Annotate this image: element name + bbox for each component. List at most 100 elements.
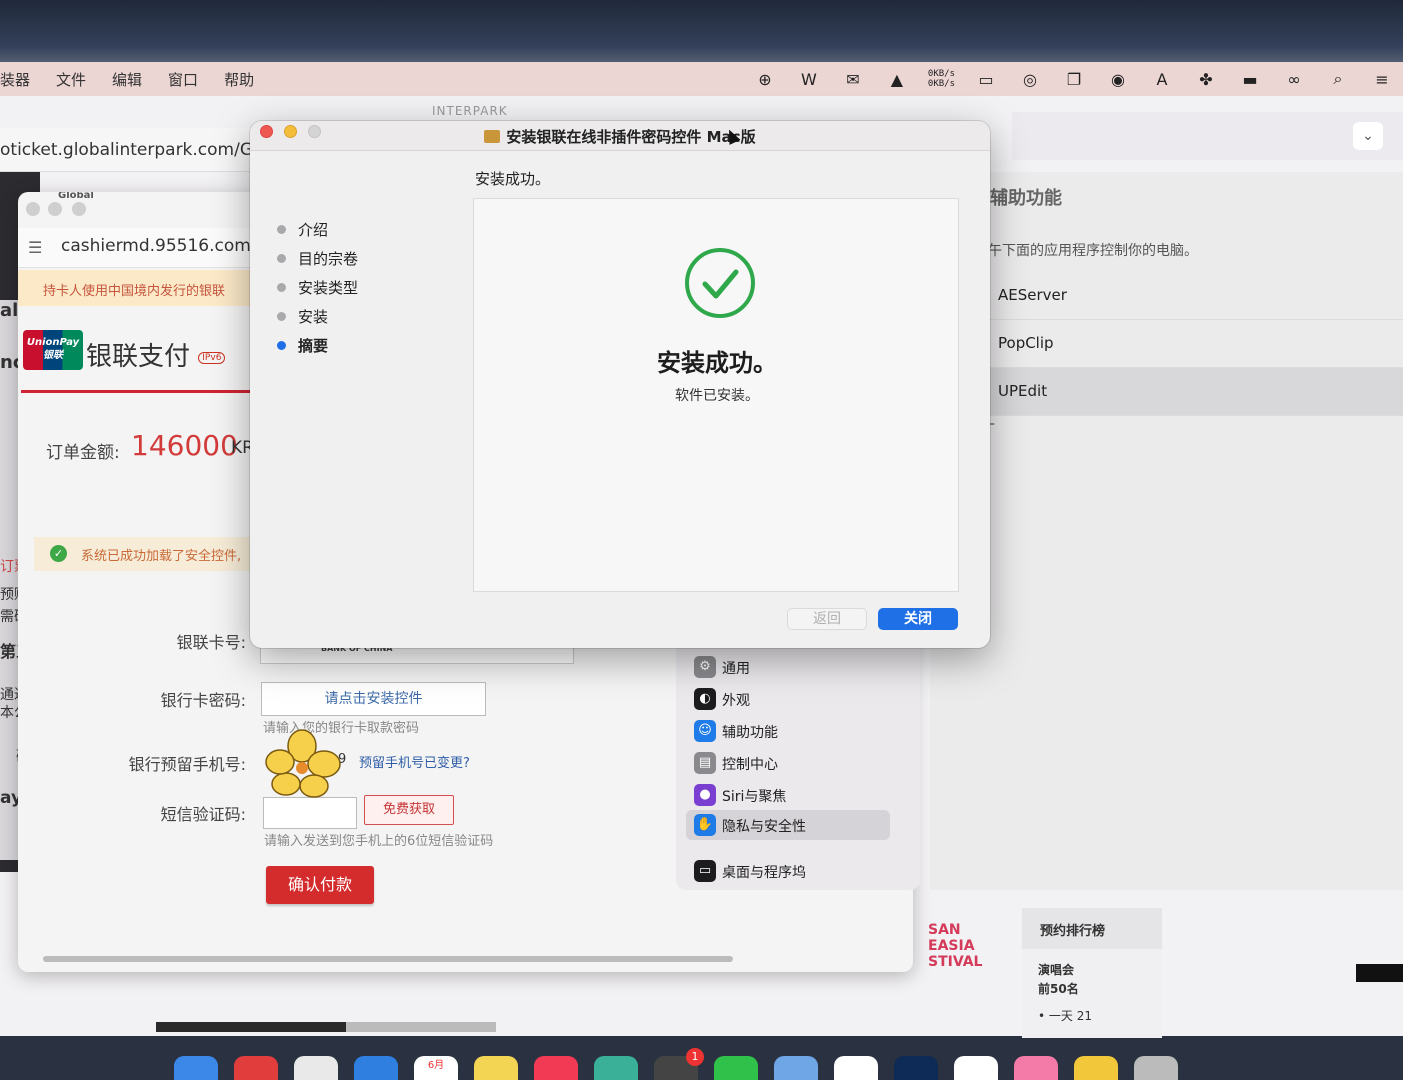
menu-file[interactable]: 文件 xyxy=(56,69,86,90)
horizontal-scrollbar[interactable] xyxy=(43,956,733,962)
dock-wechat-icon[interactable] xyxy=(714,1056,758,1080)
window-close-button[interactable] xyxy=(26,202,40,216)
appearance-icon: ◐ xyxy=(694,688,716,710)
page-scrollbar-thumb[interactable] xyxy=(156,1022,346,1032)
dock-chrome-icon[interactable] xyxy=(834,1056,878,1080)
dock-music-icon[interactable] xyxy=(534,1056,578,1080)
app-row-aeserver[interactable]: AEServer xyxy=(988,272,1403,320)
get-sms-code-button[interactable]: 免费获取 xyxy=(364,795,454,825)
settings-window: 辅助功能 午下面的应用程序控制你的电脑。 AEServer PopClip UP… xyxy=(930,172,1403,890)
step-summary: 摘要 xyxy=(274,335,358,364)
dock: 6月 1 xyxy=(160,1046,1400,1080)
sms-code-input[interactable] xyxy=(263,797,357,829)
card-pin-label: 银行卡密码: xyxy=(160,691,246,710)
wechat-icon[interactable]: ✉ xyxy=(840,70,866,89)
dialog-title: 安装银联在线非插件密码控件 Mac版 xyxy=(250,126,990,147)
search-icon[interactable]: ⌕ xyxy=(1325,69,1351,89)
menu-edit[interactable]: 编辑 xyxy=(112,69,142,90)
airdrop-icon[interactable]: ◉ xyxy=(1105,70,1131,89)
settings-sidebar: ⚙ 通用 ◐ 外观 ☺ 辅助功能 ▤ 控制中心 ● Siri与聚焦 ✋ 隐私与安… xyxy=(676,646,920,890)
menu-window[interactable]: 窗口 xyxy=(168,69,198,90)
window-minimize-button[interactable] xyxy=(48,202,62,216)
page-scrollbar-track[interactable] xyxy=(346,1022,496,1032)
amount-label: 订单金额: xyxy=(46,443,120,463)
ranking-body[interactable]: 演唱会 前50名 • 一天 21 xyxy=(1022,949,1162,1026)
battery-icon[interactable]: ▬ xyxy=(1237,70,1263,89)
cashier-brand: 银联支付 IPv6 xyxy=(86,336,226,373)
step-intro: 介绍 xyxy=(274,219,358,248)
chevron-down-icon[interactable]: ⌄ xyxy=(1353,122,1383,150)
ranking-panel: 预约排行榜 演唱会 前50名 • 一天 21 xyxy=(1022,908,1162,1038)
app-row-upedit[interactable]: UPEdit xyxy=(988,368,1403,416)
browser-url[interactable]: oticket.globalinterpark.com/Glo xyxy=(0,128,268,172)
control-center-icon: ▤ xyxy=(694,752,716,774)
close-button[interactable]: 关闭 xyxy=(878,608,958,630)
dock-wps-icon[interactable] xyxy=(954,1056,998,1080)
sidebar-item-privacy[interactable]: ✋ 隐私与安全性 xyxy=(686,810,890,840)
confirm-payment-button[interactable]: 确认付款 xyxy=(266,866,374,904)
paw-icon[interactable]: ✤ xyxy=(1193,70,1219,89)
wps-icon[interactable]: W xyxy=(796,70,822,89)
sync-icon[interactable]: ◎ xyxy=(1017,70,1043,89)
sidebar-item-appearance[interactable]: ◐ 外观 xyxy=(686,684,890,714)
windows-icon[interactable]: ❐ xyxy=(1061,70,1087,89)
menu-app[interactable]: 装器 xyxy=(0,69,30,90)
dock-safari-icon[interactable] xyxy=(354,1056,398,1080)
window-zoom-button[interactable] xyxy=(72,202,86,216)
network-speed: 0KB/s 0KB/s xyxy=(927,69,955,89)
input-source-icon[interactable]: A xyxy=(1149,70,1175,89)
sidebar-item-control-center[interactable]: ▤ 控制中心 xyxy=(686,748,890,778)
dock-installer-icon[interactable] xyxy=(1134,1056,1178,1080)
dock-bilibili-icon[interactable] xyxy=(1014,1056,1058,1080)
siri-icon: ● xyxy=(694,784,716,806)
menu-bar: 装器 文件 编辑 窗口 帮助 ⊕ W ✉ ▲ 0KB/s 0KB/s ▭ ◎ ❐ … xyxy=(0,62,1403,96)
dialog-heading: 安装成功。 xyxy=(475,170,551,188)
sidebar-item-desktop-dock[interactable]: ▭ 桌面与程序坞 xyxy=(686,856,890,886)
back-button[interactable]: 返回 xyxy=(787,608,867,630)
dock-notes-icon[interactable] xyxy=(474,1056,518,1080)
plus-circle-icon[interactable]: ⊕ xyxy=(752,70,778,89)
dock-calendar-icon[interactable]: 6月 xyxy=(414,1056,458,1080)
sidebar-item-siri[interactable]: ● Siri与聚焦 xyxy=(686,780,890,810)
success-check-icon xyxy=(685,248,755,318)
order-amount: 146000 xyxy=(131,429,238,462)
cat-icon[interactable]: ▲ xyxy=(884,70,910,89)
cashier-url: cashiermd.95516.com/b xyxy=(61,236,268,256)
dock-preview-icon[interactable] xyxy=(594,1056,638,1080)
app-row-popclip[interactable]: PopClip xyxy=(988,320,1403,368)
status-tray: ⊕ W ✉ ▲ 0KB/s 0KB/s ▭ ◎ ❐ ◉ A ✤ ▬ ∞ ⌕ ≡ xyxy=(752,62,1395,96)
dock-finder-icon[interactable] xyxy=(174,1056,218,1080)
sidebar-item-accessibility[interactable]: ☺ 辅助功能 xyxy=(686,716,890,746)
dark-bar xyxy=(1356,964,1403,982)
dock-settings-icon[interactable]: 1 xyxy=(654,1048,704,1080)
dock-app-red-icon[interactable] xyxy=(234,1056,278,1080)
success-subtitle: 软件已安装。 xyxy=(675,388,759,404)
phone-changed-link[interactable]: 预留手机号已变更? xyxy=(359,752,470,771)
dock-app-blue-icon[interactable] xyxy=(774,1056,818,1080)
browser-tab-title[interactable]: INTERPARK xyxy=(432,104,508,118)
desktop-wallpaper xyxy=(0,0,1403,66)
success-title: 安装成功。 xyxy=(657,349,777,377)
control-center-tray-icon[interactable]: ≡ xyxy=(1369,70,1395,89)
festival-banner[interactable]: SAN EASIA STIVAL xyxy=(928,910,988,980)
settings-description: 午下面的应用程序控制你的电脑。 xyxy=(988,243,1198,259)
install-control-button[interactable]: 请点击安装控件 xyxy=(261,682,486,716)
dock-app-green-icon[interactable] xyxy=(1074,1056,1118,1080)
link-icon[interactable]: ∞ xyxy=(1281,70,1307,89)
unionpay-logo: UnionPay 银联 xyxy=(23,330,83,370)
dock-badge: 1 xyxy=(686,1048,704,1066)
toggle-icon[interactable]: ▭ xyxy=(973,70,999,89)
hand-icon: ✋ xyxy=(694,814,716,836)
step-install-type: 安装类型 xyxy=(274,277,358,306)
sms-hint: 请输入发送到您手机上的6位短信验证码 xyxy=(264,834,494,849)
install-steps: 介绍 目的宗卷 安装类型 安装 摘要 xyxy=(274,219,358,364)
sidebar-item-general[interactable]: ⚙ 通用 xyxy=(686,652,890,682)
dock-photoshop-icon[interactable] xyxy=(894,1056,938,1080)
dialog-titlebar: 安装银联在线非插件密码控件 Mac版 xyxy=(250,121,990,151)
site-settings-icon[interactable]: ☰ xyxy=(28,238,42,257)
accessibility-icon: ☺ xyxy=(694,720,716,742)
dock-launchpad-icon[interactable] xyxy=(294,1056,338,1080)
settings-title: 辅助功能 xyxy=(990,188,1062,209)
menu-help[interactable]: 帮助 xyxy=(224,69,254,90)
browser-tab-strip: ⌄ xyxy=(1012,112,1403,160)
